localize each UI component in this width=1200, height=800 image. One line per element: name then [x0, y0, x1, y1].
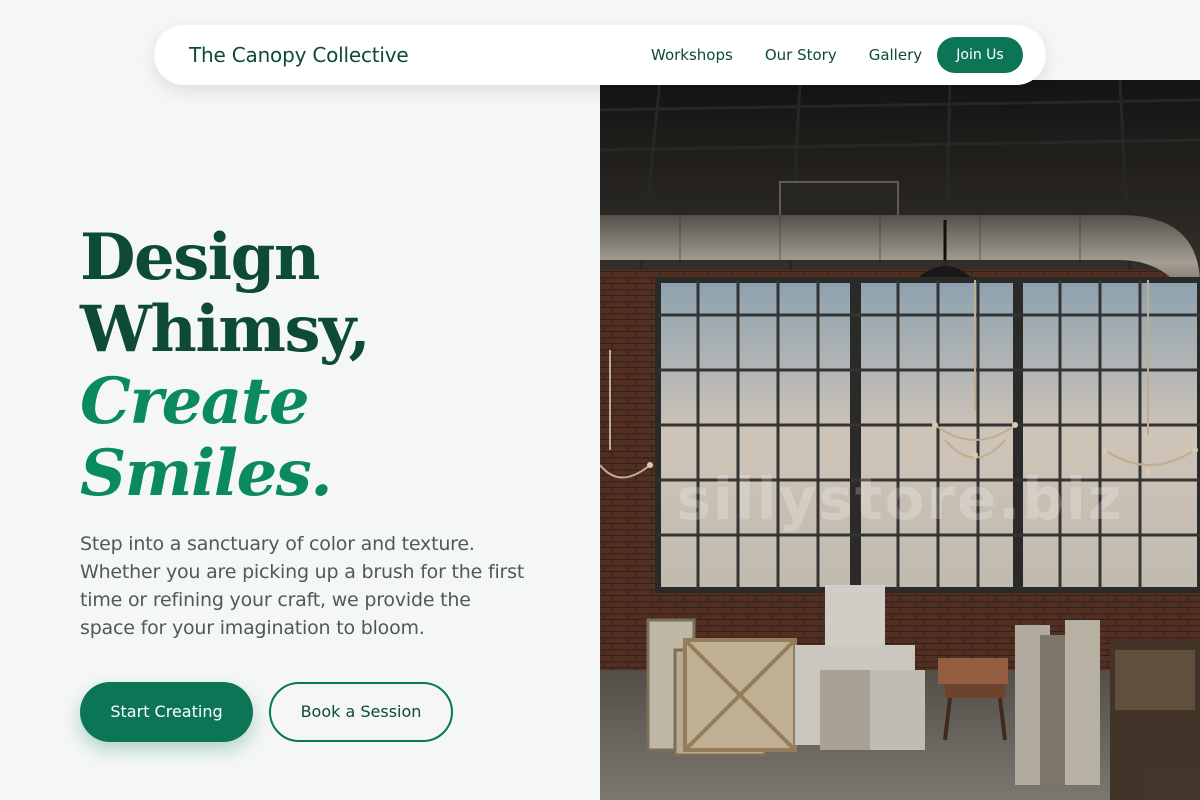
nav-links: Workshops Our Story Gallery	[651, 25, 954, 85]
hero-description: Step into a sanctuary of color and textu…	[80, 533, 525, 639]
nav-link-workshops[interactable]: Workshops	[651, 46, 733, 64]
top-nav: The Canopy Collective Workshops Our Stor…	[154, 25, 1046, 85]
headline-accent-line-2: Smiles.	[80, 436, 333, 511]
start-creating-button[interactable]: Start Creating	[80, 682, 253, 742]
nav-link-gallery[interactable]: Gallery	[869, 46, 922, 64]
nav-link-our-story[interactable]: Our Story	[765, 46, 837, 64]
book-session-button[interactable]: Book a Session	[269, 682, 453, 742]
headline-accent-line-1: Create	[80, 364, 310, 439]
studio-hero-image: sillystore.biz	[600, 80, 1200, 800]
studio-illustration	[600, 80, 1200, 800]
headline-line-1: Design	[80, 220, 320, 295]
join-us-button[interactable]: Join Us	[937, 37, 1023, 73]
headline-line-2: Whimsy,	[80, 292, 371, 367]
brand-logo[interactable]: The Canopy Collective	[189, 25, 409, 85]
hero-headline: Design Whimsy, Create Smiles.	[80, 220, 371, 511]
